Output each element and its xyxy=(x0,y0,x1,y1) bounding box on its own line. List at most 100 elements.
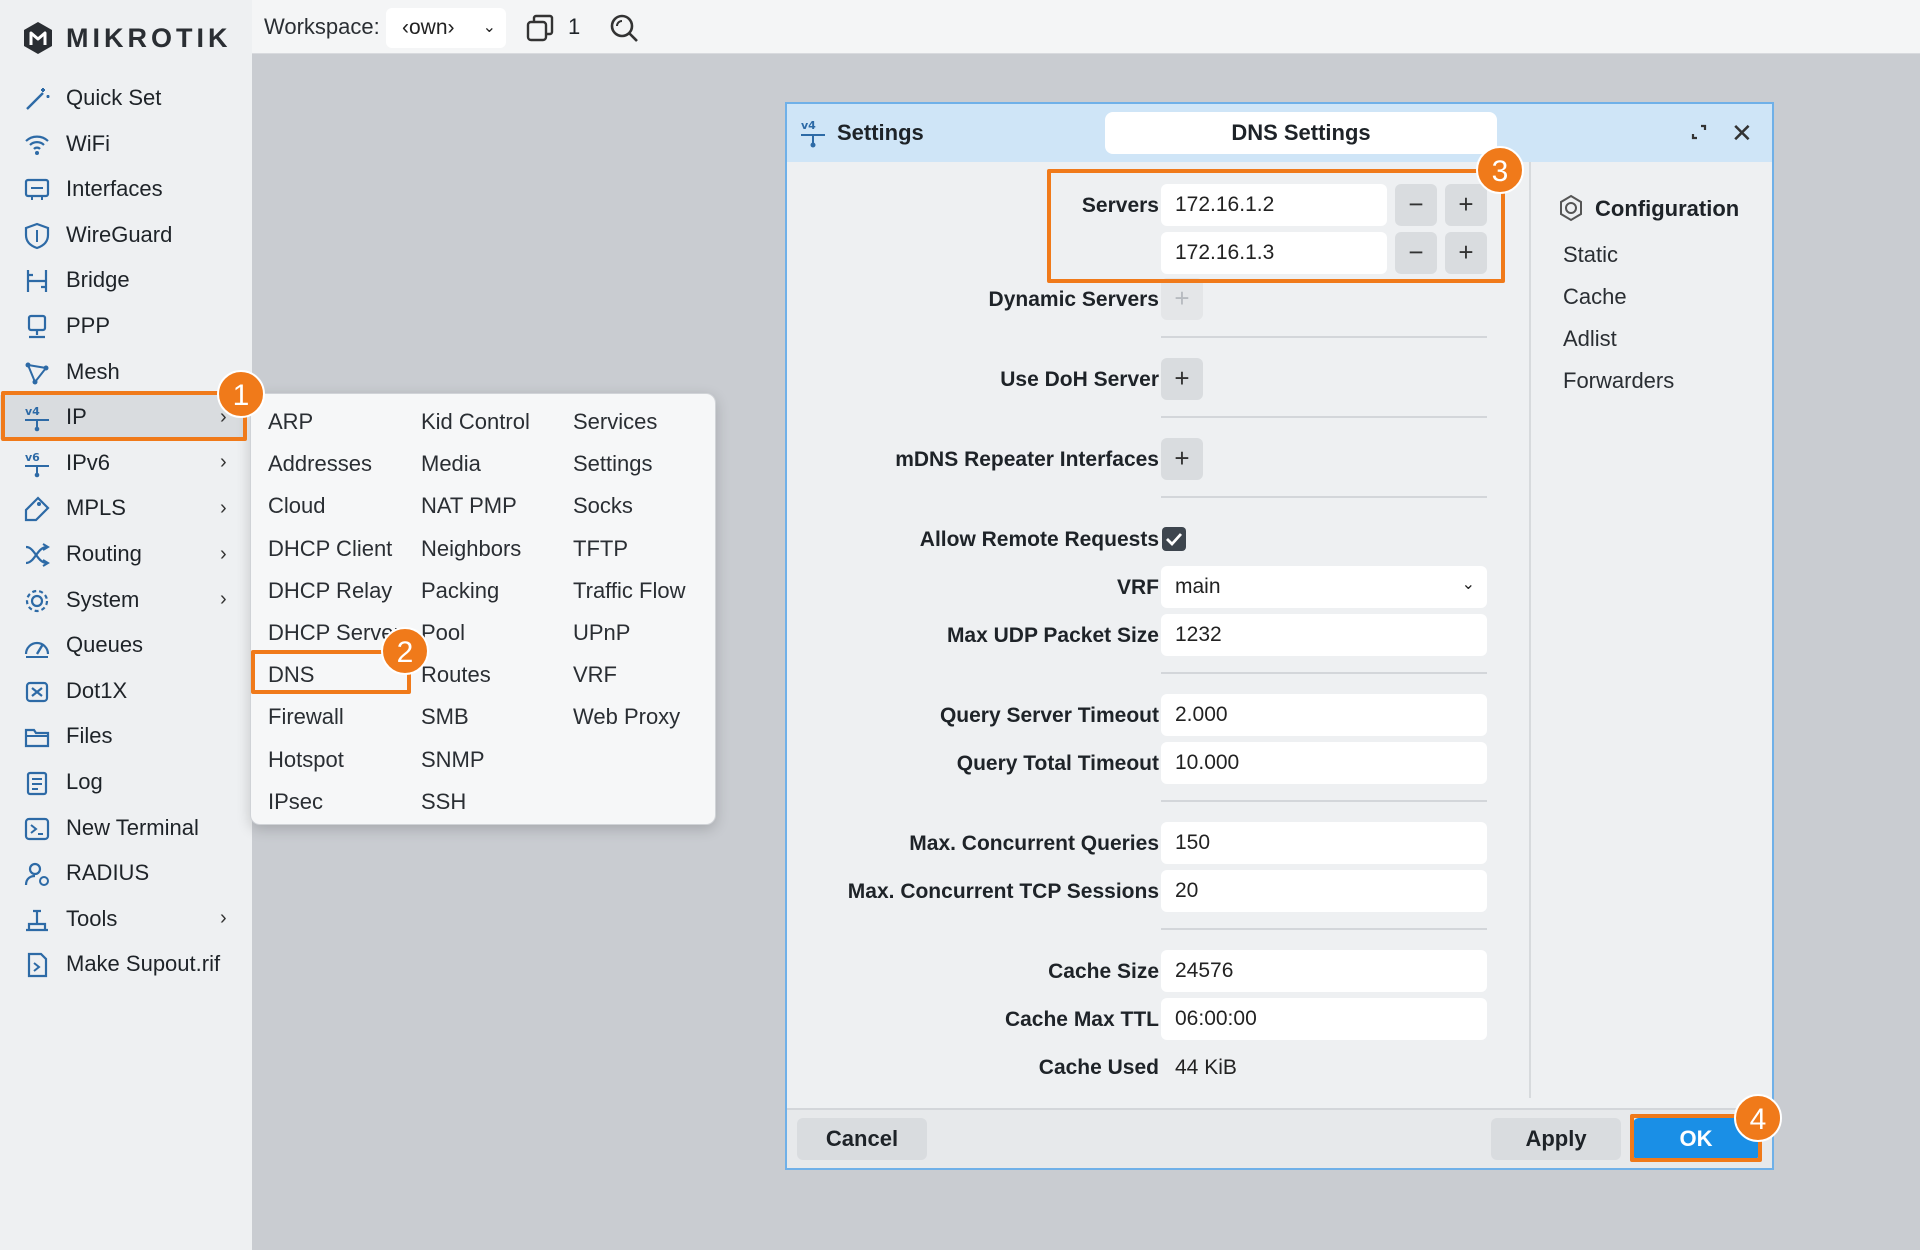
cache-size-input[interactable]: 24576 xyxy=(1161,950,1487,992)
menu-item-socks[interactable]: Socks xyxy=(573,488,633,524)
step-badge-2: 2 xyxy=(381,627,429,675)
allow-remote-checkbox[interactable] xyxy=(1161,526,1187,552)
sidebar-item-tools[interactable]: Tools › xyxy=(0,897,246,941)
highlight-servers xyxy=(1047,169,1505,283)
max-udp-input[interactable]: 1232 xyxy=(1161,614,1487,656)
side-link-static[interactable]: Static xyxy=(1563,242,1618,268)
sidebar-item-quick-set[interactable]: Quick Set xyxy=(0,76,246,120)
tab-dns-settings[interactable]: DNS Settings xyxy=(1105,112,1497,154)
sidebar-item-queues[interactable]: Queues xyxy=(0,623,246,667)
menu-item-upnp[interactable]: UPnP xyxy=(573,615,630,651)
topbar: Workspace: ‹own› ⌄ 1 xyxy=(252,0,1920,54)
menu-item-web-proxy[interactable]: Web Proxy xyxy=(573,699,680,735)
sidebar-item-label: RADIUS xyxy=(66,860,150,886)
menu-item-ipsec[interactable]: IPsec xyxy=(268,784,323,820)
workspace-value: ‹own› xyxy=(402,16,455,39)
sidebar-item-interfaces[interactable]: Interfaces xyxy=(0,167,246,211)
sidebar-item-wifi[interactable]: WiFi xyxy=(0,122,246,166)
sidebar-item-radius[interactable]: RADIUS xyxy=(0,851,246,895)
sidebar-item-label: MPLS xyxy=(66,495,126,521)
divider xyxy=(1161,416,1487,418)
vrf-label: VRF xyxy=(1117,576,1159,599)
sidebar-item-label: Bridge xyxy=(66,267,130,293)
sidebar-item-label: Quick Set xyxy=(66,85,162,110)
query-server-timeout-input[interactable]: 2.000 xyxy=(1161,694,1487,736)
sidebar-item-label: Interfaces xyxy=(66,176,163,202)
menu-item-tftp[interactable]: TFTP xyxy=(573,531,628,567)
menu-item-kid-control[interactable]: Kid Control xyxy=(421,404,530,440)
menu-item-arp[interactable]: ARP xyxy=(268,404,313,440)
cancel-button[interactable]: Cancel xyxy=(797,1118,927,1160)
menu-item-dhcp-client[interactable]: DHCP Client xyxy=(268,531,392,567)
divider xyxy=(1161,800,1487,802)
vrf-value: main xyxy=(1175,575,1221,598)
side-link-adlist[interactable]: Adlist xyxy=(1563,326,1617,352)
menu-item-packing[interactable]: Packing xyxy=(421,573,499,609)
menu-item-neighbors[interactable]: Neighbors xyxy=(421,531,521,567)
menu-item-cloud[interactable]: Cloud xyxy=(268,488,325,524)
cache-max-ttl-input[interactable]: 06:00:00 xyxy=(1161,998,1487,1040)
apply-button[interactable]: Apply xyxy=(1491,1118,1621,1160)
menu-item-nat-pmp[interactable]: NAT PMP xyxy=(421,488,517,524)
sidebar-item-system[interactable]: System › xyxy=(0,578,246,622)
sidebar-item-log[interactable]: Log xyxy=(0,760,246,804)
menu-item-addresses[interactable]: Addresses xyxy=(268,446,372,482)
dialog-header[interactable]: v4 Settings DNS Settings ✕ xyxy=(787,104,1772,162)
allow-remote-label: Allow Remote Requests xyxy=(919,528,1159,551)
menu-item-ssh[interactable]: SSH xyxy=(421,784,466,820)
max-concurrent-tcp-input[interactable]: 20 xyxy=(1161,870,1487,912)
side-link-cache[interactable]: Cache xyxy=(1563,284,1627,310)
menu-item-smb[interactable]: SMB xyxy=(421,699,469,735)
vrf-select[interactable]: main ⌄ xyxy=(1161,566,1487,608)
sidebar-item-label: WireGuard xyxy=(66,221,173,247)
dialog-footer: Cancel Apply OK xyxy=(787,1108,1772,1168)
sidebar-item-mpls[interactable]: MPLS › xyxy=(0,486,246,530)
menu-item-firewall[interactable]: Firewall xyxy=(268,699,344,735)
sidebar: MIKROTIK Quick Set WiFi Interfaces WireGuar… xyxy=(0,0,252,1250)
side-link-forwarders[interactable]: Forwarders xyxy=(1563,368,1674,394)
sidebar-item-label: Routing xyxy=(66,541,142,566)
mdns-label: mDNS Repeater Interfaces xyxy=(895,448,1159,471)
divider xyxy=(1161,496,1487,498)
chevron-down-icon: ⌄ xyxy=(1461,576,1475,593)
sidebar-item-wireguard[interactable]: WireGuard xyxy=(0,213,246,257)
sidebar-item-new-terminal[interactable]: New Terminal xyxy=(0,806,246,850)
sidebar-item-label: PPP xyxy=(66,313,111,338)
menu-item-vrf[interactable]: VRF xyxy=(573,657,617,693)
menu-item-traffic-flow[interactable]: Traffic Flow xyxy=(573,573,685,609)
sidebar-item-label: Files xyxy=(66,723,113,749)
sidebar-item-files[interactable]: Files xyxy=(0,714,246,758)
sidebar-item-dot1x[interactable]: Dot1X xyxy=(0,669,246,713)
menu-item-hotspot[interactable]: Hotspot xyxy=(268,742,344,778)
query-total-timeout-input[interactable]: 10.000 xyxy=(1161,742,1487,784)
sidebar-item-make-supout-rif[interactable]: Make Supout.rif xyxy=(0,942,246,986)
close-icon[interactable]: ✕ xyxy=(1731,118,1753,149)
chevron-right-icon: › xyxy=(220,542,227,565)
sidebar-item-mesh[interactable]: Mesh xyxy=(0,350,246,394)
menu-item-snmp[interactable]: SNMP xyxy=(421,742,485,778)
workspace-label: Workspace: xyxy=(264,14,380,39)
divider xyxy=(1161,336,1487,338)
menu-item-settings[interactable]: Settings xyxy=(573,446,653,482)
gear-icon xyxy=(1560,194,1582,222)
windows-icon[interactable] xyxy=(524,12,556,44)
search-icon[interactable] xyxy=(608,12,640,44)
sidebar-item-routing[interactable]: Routing › xyxy=(0,532,246,576)
mikrotik-logo[interactable]: MIKROTIK xyxy=(20,18,231,58)
workspace-select[interactable]: ‹own› ⌄ xyxy=(386,8,506,48)
magic-wand-icon xyxy=(26,88,50,110)
use-doh-label: Use DoH Server xyxy=(1000,368,1159,391)
menu-item-routes[interactable]: Routes xyxy=(421,657,491,693)
maximize-icon[interactable] xyxy=(1687,120,1711,144)
add-mdns-interface-button[interactable]: + xyxy=(1161,438,1203,480)
add-doh-server-button[interactable]: + xyxy=(1161,358,1203,400)
sidebar-item-bridge[interactable]: Bridge xyxy=(0,258,246,302)
tools-icon xyxy=(26,909,48,931)
menu-item-media[interactable]: Media xyxy=(421,446,481,482)
menu-item-dhcp-relay[interactable]: DHCP Relay xyxy=(268,573,392,609)
sidebar-item-ppp[interactable]: PPP xyxy=(0,304,246,348)
dynamic-servers-label: Dynamic Servers xyxy=(988,288,1159,311)
sidebar-item-ipv6[interactable]: v6 IPv6 › xyxy=(0,441,246,485)
menu-item-services[interactable]: Services xyxy=(573,404,657,440)
max-concurrent-queries-input[interactable]: 150 xyxy=(1161,822,1487,864)
